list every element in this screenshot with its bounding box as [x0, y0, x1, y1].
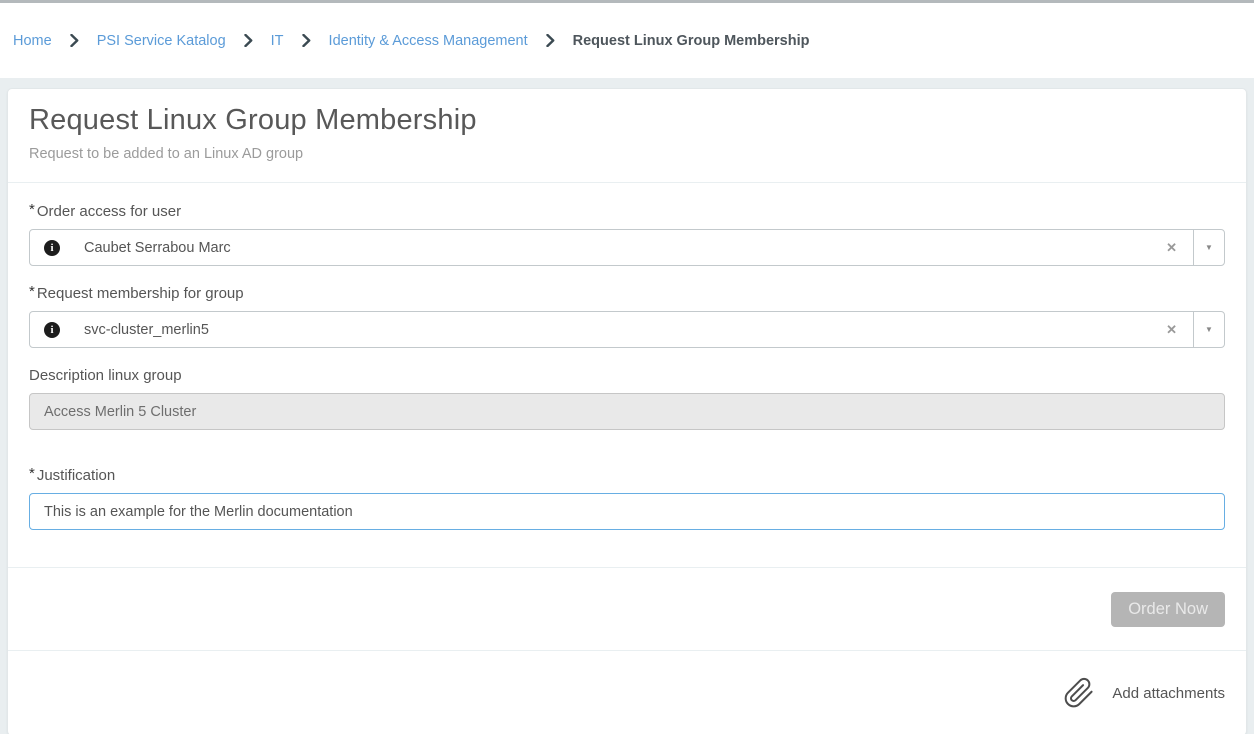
user-combobox[interactable]: i Caubet Serrabou Marc ✕ ▼ — [29, 229, 1225, 266]
user-combobox-value: Caubet Serrabou Marc — [84, 240, 231, 256]
add-attachments-button[interactable]: Add attachments — [1063, 677, 1225, 709]
field-label-text: Order access for user — [37, 203, 181, 220]
breadcrumb-link-it[interactable]: IT — [271, 33, 284, 49]
field-label-text: Justification — [37, 467, 115, 484]
description-linux-group-field — [29, 393, 1225, 430]
required-marker: * — [29, 465, 35, 483]
clear-x-icon[interactable]: ✕ — [1150, 240, 1193, 256]
add-attachments-label: Add attachments — [1112, 685, 1225, 702]
required-marker: * — [29, 283, 35, 301]
chevron-right-icon — [244, 34, 253, 47]
form-header: Request Linux Group Membership Request t… — [8, 89, 1246, 183]
form-fields: *Order access for user i Caubet Serrabou… — [8, 183, 1246, 568]
description-linux-group-label: Description linux group — [29, 367, 1225, 385]
info-circle-icon[interactable]: i — [44, 240, 60, 256]
group-combobox[interactable]: i svc-cluster_merlin5 ✕ ▼ — [29, 311, 1225, 348]
field-label-text: Description linux group — [29, 367, 182, 384]
paperclip-icon — [1063, 677, 1095, 709]
breadcrumb-link-home[interactable]: Home — [13, 33, 52, 49]
request-form-card: Request Linux Group Membership Request t… — [7, 88, 1247, 734]
caret-down-icon[interactable]: ▼ — [1193, 230, 1224, 265]
chevron-right-icon — [70, 34, 79, 47]
order-now-button[interactable]: Order Now — [1111, 592, 1225, 627]
group-combobox-value: svc-cluster_merlin5 — [84, 322, 209, 338]
attachments-bar: Add attachments — [8, 651, 1246, 734]
breadcrumb-link-psi-service-katalog[interactable]: PSI Service Katalog — [97, 33, 226, 49]
field-label-text: Request membership for group — [37, 285, 244, 302]
chevron-right-icon — [302, 34, 311, 47]
page-subtitle: Request to be added to an Linux AD group — [29, 146, 1225, 162]
breadcrumb-current-page: Request Linux Group Membership — [573, 33, 810, 49]
justification-label: *Justification — [29, 467, 1225, 485]
order-access-for-user-label: *Order access for user — [29, 203, 1225, 221]
request-membership-for-group-label: *Request membership for group — [29, 285, 1225, 303]
caret-down-icon[interactable]: ▼ — [1193, 312, 1224, 347]
info-circle-icon[interactable]: i — [44, 322, 60, 338]
page-title: Request Linux Group Membership — [29, 104, 1225, 137]
chevron-right-icon — [546, 34, 555, 47]
user-combobox-value-area: i Caubet Serrabou Marc ✕ — [30, 230, 1193, 265]
justification-input[interactable] — [29, 493, 1225, 530]
breadcrumb: Home PSI Service Katalog IT Identity & A… — [0, 3, 1254, 78]
breadcrumb-link-identity-access-management[interactable]: Identity & Access Management — [329, 33, 528, 49]
group-combobox-value-area: i svc-cluster_merlin5 ✕ — [30, 312, 1193, 347]
clear-x-icon[interactable]: ✕ — [1150, 322, 1193, 338]
form-actions: Order Now — [8, 568, 1246, 651]
required-marker: * — [29, 201, 35, 219]
